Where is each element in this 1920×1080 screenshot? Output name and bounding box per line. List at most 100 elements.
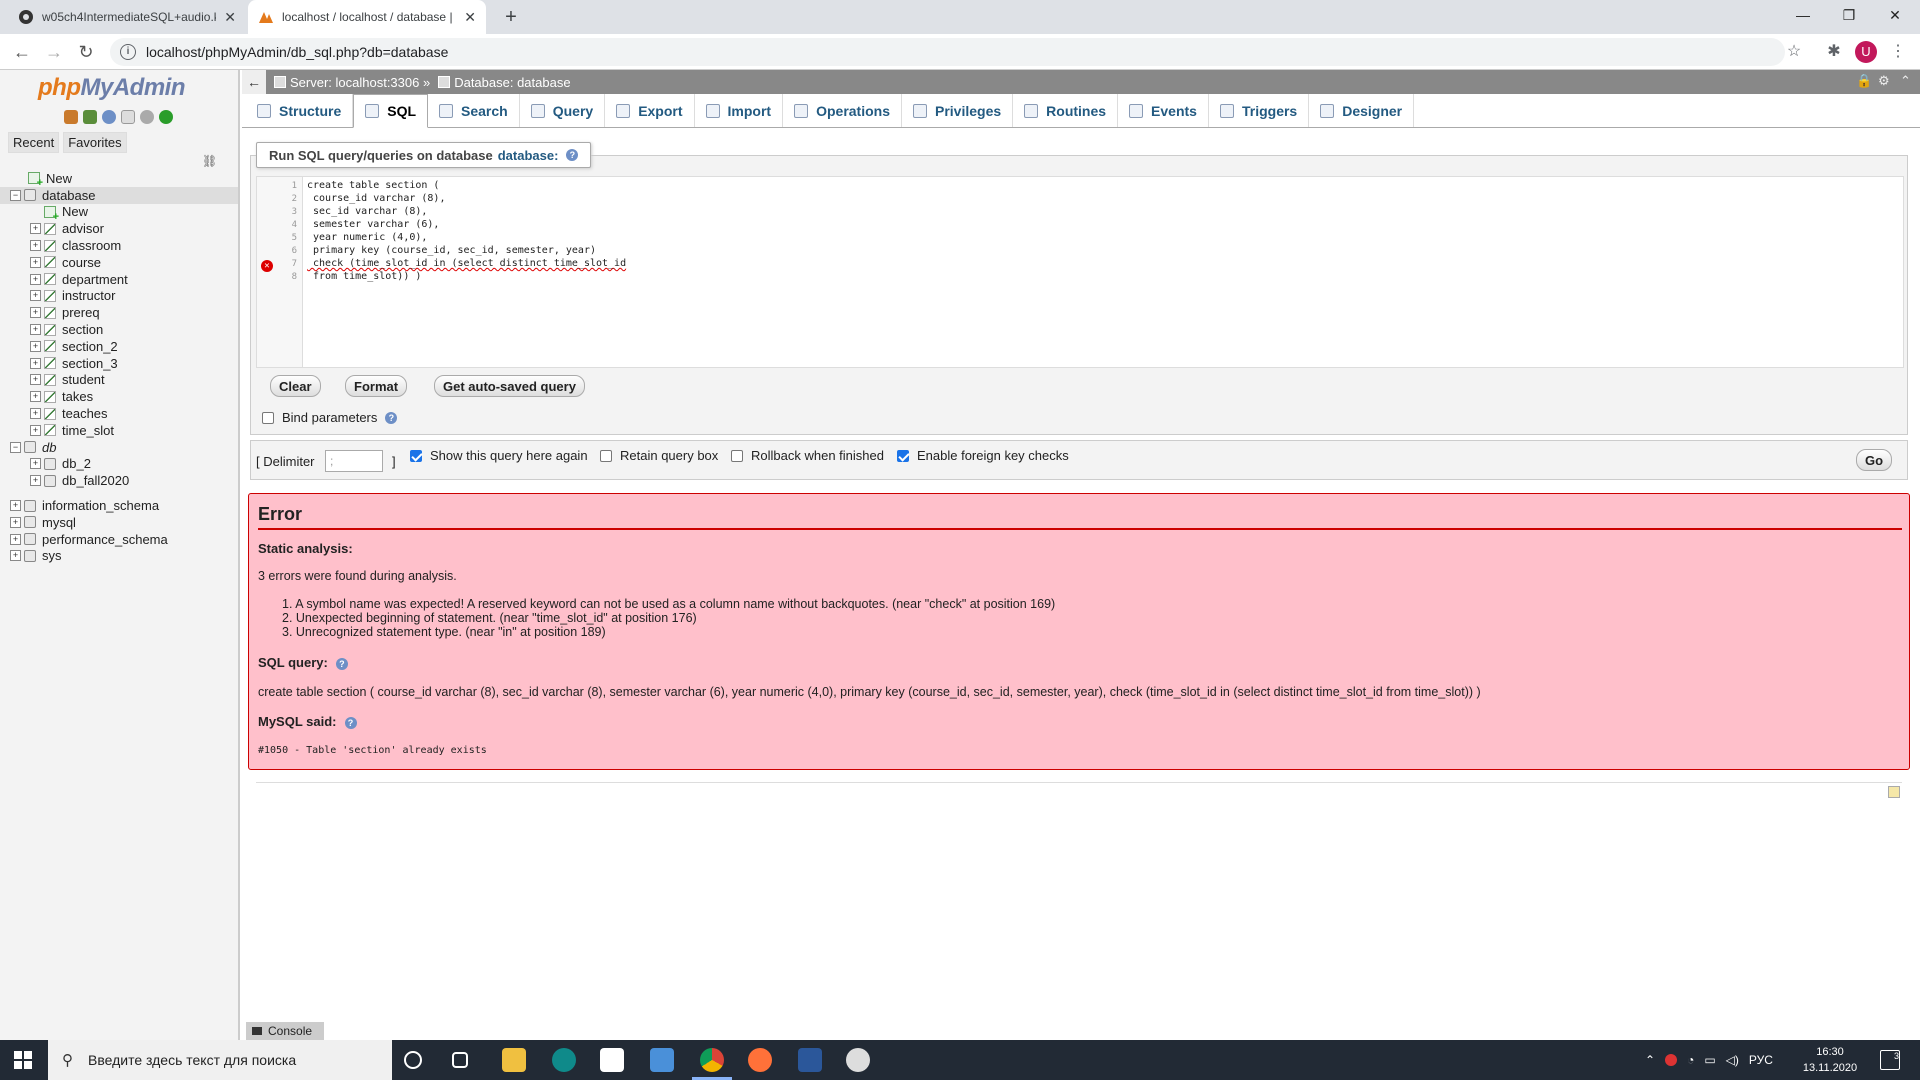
docs-icon[interactable] <box>121 110 135 124</box>
extensions-icon[interactable]: ✱ <box>1822 40 1846 64</box>
tab-operations[interactable]: Operations <box>783 94 902 127</box>
collapse-icon[interactable]: − <box>10 189 21 201</box>
collapse-nav-icon[interactable]: ← <box>242 70 266 94</box>
tree-item[interactable]: + information_schema <box>0 497 238 514</box>
tree-item[interactable]: − db <box>0 439 238 456</box>
expand-icon[interactable]: + <box>30 240 41 252</box>
clock[interactable]: 16:30 13.11.2020 <box>1800 1044 1860 1076</box>
tree-item[interactable]: + time_slot <box>0 422 238 439</box>
expand-icon[interactable]: + <box>30 475 41 487</box>
file-explorer-icon[interactable] <box>502 1048 526 1072</box>
mail-icon[interactable] <box>650 1048 674 1072</box>
home-icon[interactable] <box>64 110 78 124</box>
recent-tab[interactable]: Recent <box>8 132 60 153</box>
expand-icon[interactable]: + <box>10 550 21 562</box>
bookmark-icon[interactable] <box>1888 786 1900 798</box>
expand-icon[interactable]: + <box>30 374 41 386</box>
collapse-icon[interactable]: − <box>10 441 21 453</box>
close-tab-icon[interactable]: ✕ <box>464 9 476 26</box>
tree-item[interactable]: + performance_schema <box>0 531 238 548</box>
lock-icon[interactable]: 🔒 <box>1856 74 1872 88</box>
expand-icon[interactable]: + <box>30 307 41 319</box>
tab-search[interactable]: Search <box>428 94 520 127</box>
tree-item[interactable]: + section_2 <box>0 338 238 355</box>
expand-icon[interactable]: + <box>30 273 41 285</box>
expand-icon[interactable]: + <box>30 458 41 470</box>
legend-database-link[interactable]: database: <box>498 148 559 163</box>
format-button[interactable]: Format <box>345 375 408 397</box>
expand-icon[interactable]: + <box>30 324 41 336</box>
tab-routines[interactable]: Routines <box>1013 94 1119 127</box>
browser-tab-lecture[interactable]: w05ch4IntermediateSQL+audio.k ✕ <box>8 0 246 34</box>
reload-icon[interactable]: ↻ <box>74 40 98 64</box>
retain-query-box-checkbox[interactable]: Retain query box <box>600 448 718 463</box>
tab-export[interactable]: Export <box>605 94 695 127</box>
chevron-up-icon[interactable]: ⌃ <box>1645 1053 1655 1067</box>
expand-icon[interactable]: + <box>30 408 41 420</box>
bind-parameters-checkbox[interactable]: Bind parameters? <box>262 410 398 425</box>
help-icon[interactable]: ? <box>335 658 348 670</box>
show-query-checkbox[interactable]: Show this query here again <box>410 448 588 463</box>
expand-icon[interactable]: + <box>30 424 41 436</box>
wifi-icon[interactable]: ◔ <box>1687 1053 1694 1067</box>
expand-icon[interactable]: + <box>30 391 41 403</box>
new-tab-button[interactable]: + <box>500 6 522 28</box>
url-field[interactable]: i localhost/phpMyAdmin/db_sql.php?db=dat… <box>110 38 1785 66</box>
phpmyadmin-logo[interactable]: phpMyAdmin <box>38 74 185 102</box>
tree-item[interactable]: New <box>0 170 238 189</box>
expand-icon[interactable]: + <box>30 290 41 302</box>
help-icon[interactable]: ? <box>344 717 357 729</box>
breadcrumb-database[interactable]: Database: database <box>454 75 570 90</box>
tree-item[interactable]: + db_2 <box>0 456 238 473</box>
close-tab-icon[interactable]: ✕ <box>224 9 236 26</box>
breadcrumb-server[interactable]: Server: localhost:3306 » <box>290 75 430 90</box>
tab-sql[interactable]: SQL <box>353 94 429 128</box>
collapse-icon[interactable]: ⌃ <box>1900 74 1914 88</box>
tree-item[interactable]: + section <box>0 321 238 338</box>
volume-icon[interactable]: ◁) <box>1726 1053 1739 1067</box>
tree-item[interactable]: − database <box>0 186 238 204</box>
sql-editor[interactable]: ✕ 1 2 3 4 5 6 7 8 create table section ( course… <box>256 176 1904 368</box>
tab-triggers[interactable]: Triggers <box>1209 94 1310 127</box>
close-window-icon[interactable]: ✕ <box>1872 0 1918 30</box>
profile-avatar[interactable]: U <box>1855 41 1877 63</box>
restore-icon[interactable]: ❐ <box>1826 0 1872 30</box>
tree-item[interactable]: + classroom <box>0 237 238 254</box>
tree-item[interactable]: + sys <box>0 548 238 565</box>
tab-structure[interactable]: Structure <box>246 94 354 127</box>
windows-start-icon[interactable] <box>14 1051 32 1069</box>
tree-item[interactable]: + takes <box>0 388 238 405</box>
tab-import[interactable]: Import <box>695 94 784 127</box>
star-icon[interactable]: ☆ <box>1782 40 1806 64</box>
edge-icon[interactable] <box>552 1048 576 1072</box>
forward-icon[interactable]: → <box>42 40 66 64</box>
tray-app-icon[interactable] <box>1665 1054 1678 1066</box>
expand-icon[interactable]: + <box>10 533 21 545</box>
rollback-checkbox[interactable]: Rollback when finished <box>731 448 884 463</box>
tree-item[interactable]: + mysql <box>0 514 238 531</box>
delimiter-input[interactable]: ; <box>325 450 383 472</box>
get-autosaved-query-button[interactable]: Get auto-saved query <box>434 375 585 397</box>
favorites-tab[interactable]: Favorites <box>63 132 127 153</box>
tree-item[interactable]: + teaches <box>0 405 238 422</box>
chrome-icon[interactable] <box>700 1048 724 1072</box>
help-icon[interactable] <box>102 110 116 124</box>
tab-designer[interactable]: Designer <box>1309 94 1415 127</box>
tree-item[interactable]: + course <box>0 254 238 271</box>
notifications-icon[interactable]: 3 <box>1880 1050 1900 1070</box>
app-icon[interactable] <box>846 1048 870 1072</box>
task-view-icon[interactable] <box>452 1052 468 1068</box>
language-indicator[interactable]: РУС <box>1749 1053 1773 1067</box>
refresh-icon[interactable] <box>159 110 173 124</box>
store-icon[interactable] <box>600 1048 624 1072</box>
info-icon[interactable]: i <box>120 44 136 60</box>
tab-query[interactable]: Query <box>520 94 606 127</box>
settings-icon[interactable] <box>140 110 154 124</box>
menu-dots-icon[interactable]: ⋮ <box>1886 40 1910 64</box>
logout-icon[interactable] <box>83 110 97 124</box>
tab-privileges[interactable]: Privileges <box>902 94 1014 127</box>
expand-icon[interactable]: + <box>30 223 41 235</box>
gear-icon[interactable]: ⚙ <box>1878 74 1892 88</box>
back-icon[interactable]: ← <box>10 40 34 64</box>
tree-item[interactable]: + instructor <box>0 288 238 305</box>
